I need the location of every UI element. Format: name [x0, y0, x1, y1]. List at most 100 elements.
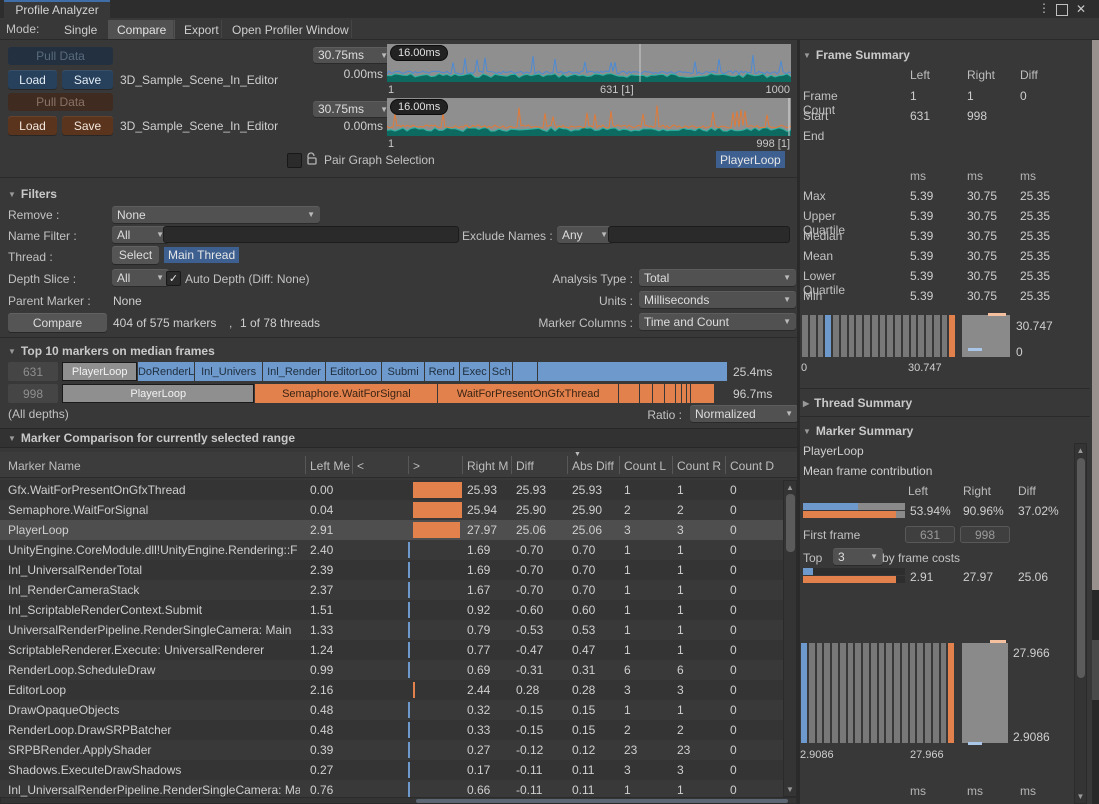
summary-scrollbar-thumb[interactable] [1077, 458, 1085, 678]
count-diff: 0 [730, 703, 776, 718]
stat-value: 30.75 [967, 209, 997, 223]
top-n-dropdown[interactable]: 3▼ [833, 548, 883, 565]
column-divider [462, 456, 463, 474]
load-right-button[interactable]: Load [8, 116, 57, 135]
scroll-up-icon[interactable]: ▲ [1075, 446, 1086, 455]
ratio-dropdown[interactable]: Normalized▼ [690, 405, 798, 422]
table-row[interactable]: SRPBRender.ApplyShader0.390.27-0.120.122… [0, 740, 783, 760]
comparison-header[interactable]: ▼Marker Comparison for currently selecte… [8, 431, 295, 445]
column-header-count-d[interactable]: Count D [730, 459, 776, 475]
top10-segment-Sch[interactable]: Sch [490, 362, 512, 381]
table-row[interactable]: RenderLoop.DrawSRPBatcher0.480.33-0.150.… [0, 720, 783, 740]
diff: -0.11 [516, 783, 566, 797]
top10-segment-Exec[interactable]: Exec [460, 362, 490, 381]
column-header-diff[interactable]: Diff [516, 459, 566, 475]
selected-marker-chip[interactable]: PlayerLoop [716, 151, 785, 168]
save-left-button[interactable]: Save [62, 70, 113, 89]
table-row[interactable]: Gfx.WaitForPresentOnGfxThread0.0025.9325… [0, 480, 783, 500]
name-filter-input[interactable] [163, 226, 459, 243]
exclude-names-input[interactable] [608, 226, 790, 243]
graph-left-scale-dropdown[interactable]: 30.75ms▼ [313, 47, 393, 63]
column-header-left-me[interactable]: Left Me [310, 459, 352, 475]
table-row[interactable]: Semaphore.WaitForSignal0.0425.9425.9025.… [0, 500, 783, 520]
kebab-menu-icon[interactable]: ⋮ [1038, 1, 1050, 17]
abs-diff: 0.11 [572, 763, 618, 778]
table-row[interactable]: EditorLoop2.162.440.280.28330 [0, 680, 783, 700]
frame-summary-header[interactable]: ▼Frame Summary [803, 48, 910, 62]
histogram-bar [855, 643, 861, 743]
table-row[interactable]: Inl_UniversalRenderTotal2.391.69-0.700.7… [0, 560, 783, 580]
scroll-down-icon[interactable]: ▼ [784, 785, 796, 794]
compare-button[interactable]: Compare [8, 313, 107, 332]
table-row[interactable]: Inl_UniversalRenderPipeline.RenderSingle… [0, 780, 783, 797]
top10-frame-button[interactable]: 998 [8, 384, 58, 403]
table-horizontal-scrollbar[interactable] [0, 797, 797, 804]
top10-segment-DoRenderL[interactable]: DoRenderL [138, 362, 194, 381]
pair-graph-selection-label: Pair Graph Selection [324, 153, 435, 167]
column-header-<[interactable]: < [357, 459, 407, 475]
column-header-abs-diff[interactable]: Abs Diff [572, 459, 618, 475]
column-header->[interactable]: > [413, 459, 461, 475]
graph-right-scale-dropdown[interactable]: 30.75ms▼ [313, 101, 393, 117]
table-row[interactable]: PlayerLoop2.9127.9725.0625.06330 [0, 520, 783, 540]
pull-data-right-button[interactable]: Pull Data [8, 93, 113, 111]
top10-segment-PlayerLoop[interactable]: PlayerLoop [62, 384, 254, 403]
table-row[interactable]: RenderLoop.ScheduleDraw0.990.69-0.310.31… [0, 660, 783, 680]
marker-columns-dropdown[interactable]: Time and Count▼ [639, 313, 796, 330]
maximize-icon[interactable] [1056, 4, 1068, 16]
abs-diff: 0.47 [572, 643, 618, 658]
name-filter-mode-dropdown[interactable]: All▼ [112, 226, 169, 243]
top10-segment-WaitForPresentOnGfxThread[interactable]: WaitForPresentOnGfxThread [438, 384, 618, 403]
top10-segment-Inl_Univers[interactable]: Inl_Univers [195, 362, 262, 381]
pair-graph-selection-checkbox[interactable] [287, 153, 302, 168]
top10-frame-button[interactable]: 631 [8, 362, 58, 381]
filters-header[interactable]: ▼Filters [8, 187, 57, 201]
table-row[interactable]: DrawOpaqueObjects0.480.32-0.150.15110 [0, 700, 783, 720]
scroll-up-icon[interactable]: ▲ [784, 483, 796, 492]
table-row[interactable]: UnityEngine.CoreModule.dll!UnityEngine.R… [0, 540, 783, 560]
export-button[interactable]: Export [178, 20, 225, 39]
count-right: 3 [677, 683, 725, 698]
top10-segment-EditorLoo[interactable]: EditorLoo [326, 362, 382, 381]
top10-segment-Semaphore.WaitForSignal[interactable]: Semaphore.WaitForSignal [255, 384, 437, 403]
table-row[interactable]: Shadows.ExecuteDrawShadows0.270.17-0.110… [0, 760, 783, 780]
exclude-mode-dropdown[interactable]: Any▼ [557, 226, 613, 243]
table-scrollbar-thumb[interactable] [786, 494, 795, 552]
table-row[interactable]: Inl_RenderCameraStack2.371.67-0.700.7011… [0, 580, 783, 600]
column-header-right-m[interactable]: Right M [467, 459, 511, 475]
first-frame-left-button[interactable]: 631 [905, 526, 955, 543]
top10-segment-Inl_Render[interactable]: Inl_Render [263, 362, 324, 381]
units-dropdown[interactable]: Milliseconds▼ [639, 291, 796, 308]
window-tab[interactable]: Profile Analyzer [4, 0, 110, 18]
top10-header[interactable]: ▼Top 10 markers on median frames [8, 344, 215, 358]
mode-tab-single[interactable]: Single [56, 20, 105, 39]
column-header-count-l[interactable]: Count L [624, 459, 672, 475]
column-header-count-r[interactable]: Count R [677, 459, 725, 475]
mode-tab-compare[interactable]: Compare [108, 20, 175, 39]
thread-select-button[interactable]: Select [112, 246, 159, 264]
pull-data-left-button[interactable]: Pull Data [8, 47, 113, 65]
top10-segment-PlayerLoop[interactable]: PlayerLoop [62, 362, 137, 381]
table-vertical-scrollbar[interactable]: ▲ ▼ [783, 480, 797, 797]
auto-depth-checkbox[interactable]: ✓ [166, 271, 181, 286]
first-frame-right-button[interactable]: 998 [960, 526, 1010, 543]
column-header-marker-name[interactable]: Marker Name [8, 459, 300, 475]
analysis-type-dropdown[interactable]: Total▼ [639, 269, 796, 286]
table-row[interactable]: Inl_ScriptableRenderContext.Submit1.510.… [0, 600, 783, 620]
save-right-button[interactable]: Save [62, 116, 113, 135]
table-hscrollbar-thumb[interactable] [416, 799, 788, 803]
depth-slice-dropdown[interactable]: All▼ [112, 269, 169, 286]
thread-summary-header[interactable]: ▶Thread Summary [803, 396, 912, 410]
open-profiler-window-button[interactable]: Open Profiler Window [226, 20, 355, 39]
top10-segment-Submi[interactable]: Submi [382, 362, 424, 381]
table-row[interactable]: ScriptableRenderer.Execute: UniversalRen… [0, 640, 783, 660]
load-left-button[interactable]: Load [8, 70, 57, 89]
scroll-down-icon[interactable]: ▼ [1075, 792, 1086, 801]
remove-dropdown[interactable]: None▼ [112, 206, 320, 223]
marker-summary-header[interactable]: ▼Marker Summary [803, 424, 913, 438]
close-icon[interactable]: ✕ [1074, 2, 1088, 16]
top10-segment-Rend[interactable]: Rend [425, 362, 459, 381]
divider [0, 177, 797, 178]
summary-scrollbar[interactable]: ▲ ▼ [1074, 443, 1087, 804]
table-row[interactable]: UniversalRenderPipeline.RenderSingleCame… [0, 620, 783, 640]
